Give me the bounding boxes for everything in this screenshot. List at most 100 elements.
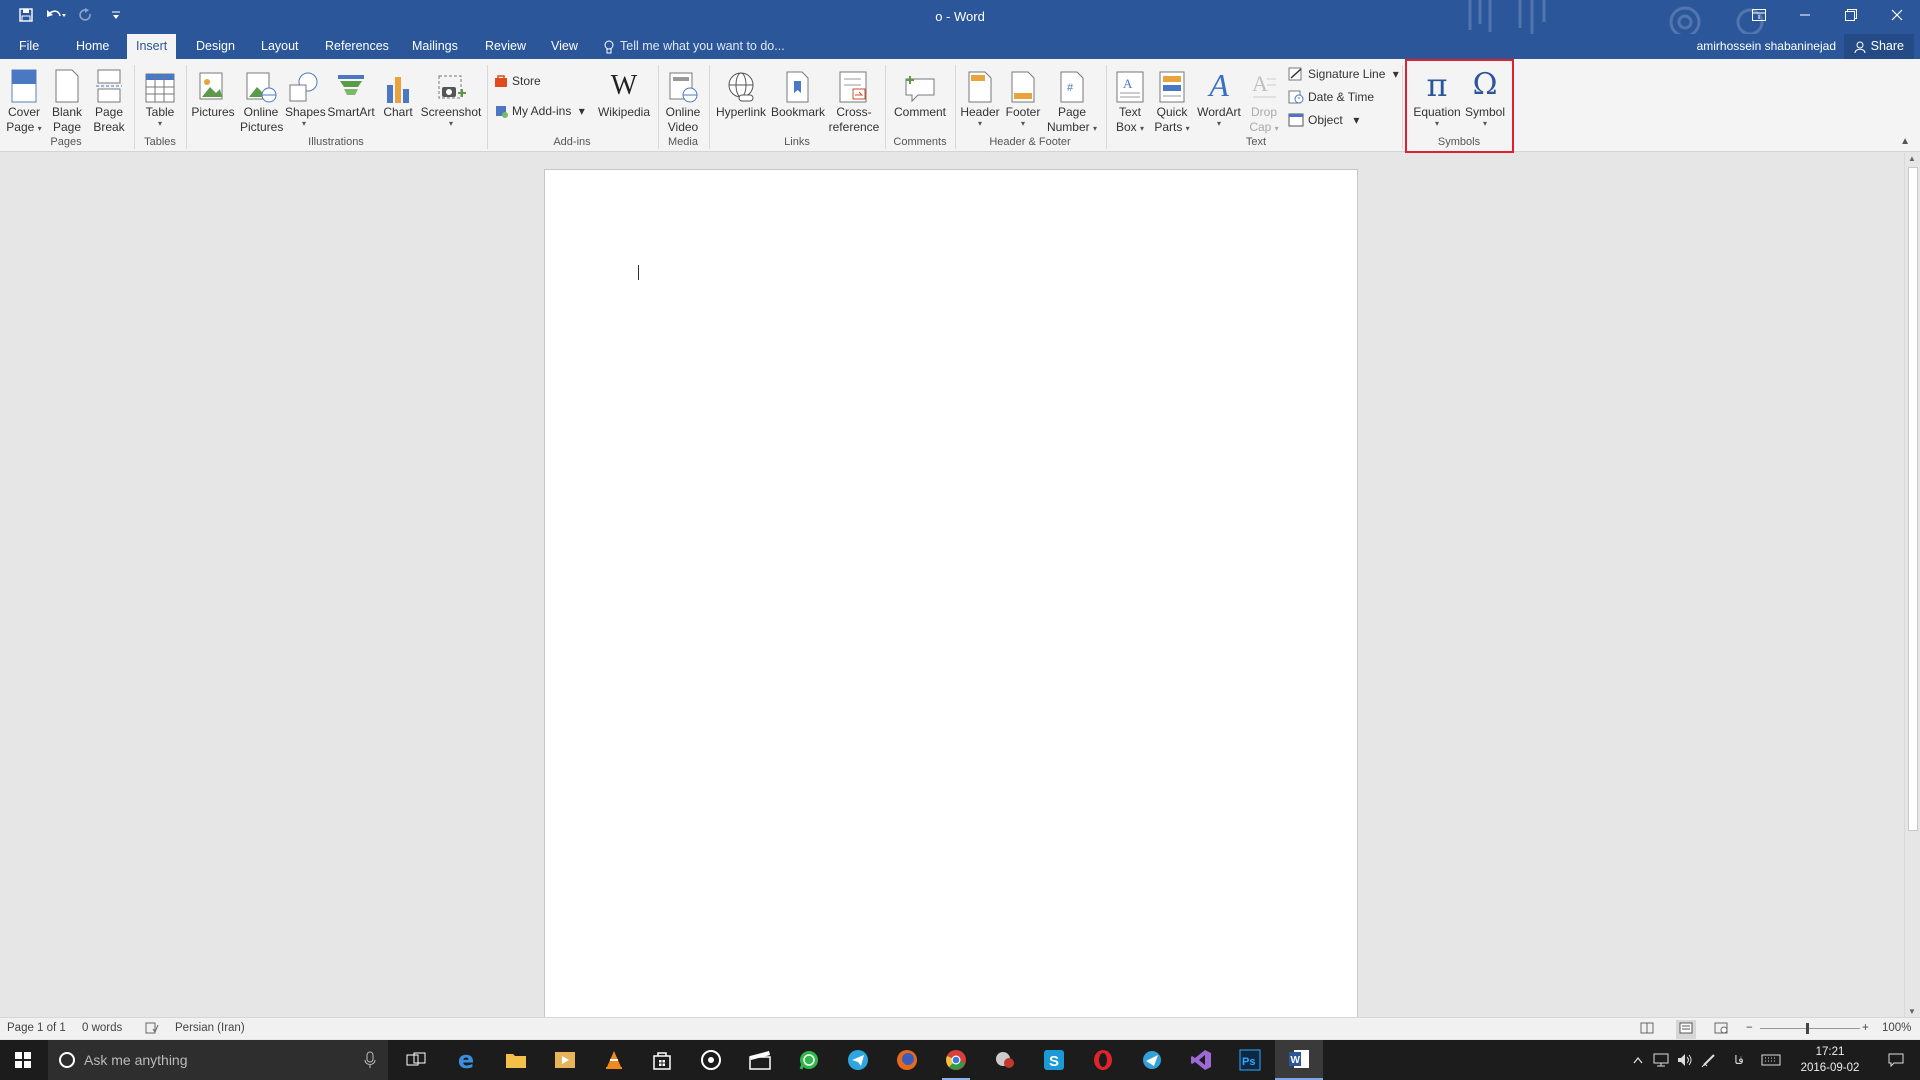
wordart-button[interactable]: A WordArt ▾ bbox=[1194, 63, 1244, 128]
page-break-button[interactable]: Page Break bbox=[90, 63, 128, 135]
pictures-button[interactable]: Pictures bbox=[190, 63, 236, 120]
web-layout-icon[interactable] bbox=[1714, 1022, 1728, 1037]
zoom-slider[interactable] bbox=[1760, 1028, 1860, 1029]
close-icon[interactable] bbox=[1874, 0, 1920, 30]
visual-studio-icon[interactable] bbox=[1177, 1040, 1225, 1080]
tab-mailings[interactable]: Mailings bbox=[403, 34, 467, 59]
keyboard-icon[interactable] bbox=[1756, 1040, 1786, 1080]
tab-design[interactable]: Design bbox=[187, 34, 244, 59]
document-page[interactable] bbox=[544, 169, 1358, 1029]
read-mode-icon[interactable] bbox=[1640, 1022, 1654, 1037]
telegram-icon[interactable] bbox=[834, 1040, 882, 1080]
proofing-icon[interactable] bbox=[145, 1022, 159, 1037]
firefox-icon[interactable] bbox=[883, 1040, 931, 1080]
show-hidden-icons-icon[interactable] bbox=[1628, 1040, 1648, 1080]
ribbon-display-icon[interactable] bbox=[1736, 0, 1782, 30]
tab-view[interactable]: View bbox=[542, 34, 587, 59]
file-explorer-icon[interactable] bbox=[492, 1040, 540, 1080]
app-icon[interactable] bbox=[981, 1040, 1029, 1080]
groove-icon[interactable] bbox=[687, 1040, 735, 1080]
footer-label: Footer bbox=[1005, 105, 1041, 119]
date-time-button[interactable]: Date & Time bbox=[1288, 87, 1374, 107]
skype-icon[interactable]: S bbox=[1030, 1040, 1078, 1080]
my-addins-button[interactable]: My Add-ins ▾ bbox=[494, 101, 585, 121]
shapes-button[interactable]: Shapes ▾ bbox=[285, 63, 326, 128]
signature-line-button[interactable]: Signature Line ▾ bbox=[1288, 64, 1399, 84]
task-view-icon[interactable] bbox=[392, 1040, 440, 1080]
microphone-icon[interactable] bbox=[364, 1051, 376, 1069]
chart-button[interactable]: Chart bbox=[378, 63, 418, 120]
header-icon bbox=[968, 71, 992, 103]
text-box-button[interactable]: A Text Box ▾ bbox=[1110, 63, 1150, 135]
tab-review[interactable]: Review bbox=[476, 34, 535, 59]
tab-insert[interactable]: Insert bbox=[127, 34, 177, 59]
zoom-level[interactable]: 100% bbox=[1882, 1022, 1911, 1034]
separator bbox=[1106, 65, 1107, 149]
footer-button[interactable]: Footer ▾ bbox=[1002, 63, 1044, 128]
comment-button[interactable]: Comment bbox=[890, 63, 950, 120]
app-icon-2[interactable] bbox=[1128, 1040, 1176, 1080]
smartart-button[interactable]: SmartArt bbox=[326, 63, 376, 120]
drop-cap-button[interactable]: A Drop Cap ▾ bbox=[1246, 63, 1282, 135]
page-number-button[interactable]: # Page Number ▾ bbox=[1044, 63, 1100, 135]
opera-icon[interactable] bbox=[1079, 1040, 1127, 1080]
edge-icon[interactable]: e bbox=[442, 1040, 490, 1080]
tab-file[interactable]: File bbox=[10, 34, 48, 59]
vertical-scrollbar[interactable]: ▲ ▼ bbox=[1904, 153, 1920, 1017]
cross-reference-button[interactable]: Cross- reference bbox=[828, 63, 880, 135]
online-pictures-button[interactable]: Online Pictures bbox=[240, 63, 283, 135]
user-name[interactable]: amirhossein shabaninejad bbox=[1697, 34, 1836, 59]
vlc-icon[interactable] bbox=[590, 1040, 638, 1080]
scroll-up-icon[interactable]: ▲ bbox=[1908, 154, 1916, 163]
system-clock[interactable]: 17:21 2016-09-02 bbox=[1790, 1044, 1870, 1076]
zoom-in-button[interactable]: + bbox=[1862, 1022, 1869, 1034]
store-icon bbox=[495, 75, 507, 87]
zoom-slider-thumb[interactable] bbox=[1806, 1023, 1809, 1034]
language-indicator[interactable]: Persian (Iran) bbox=[175, 1022, 245, 1034]
pen-icon[interactable] bbox=[1698, 1040, 1720, 1080]
zoom-out-button[interactable]: − bbox=[1746, 1022, 1753, 1034]
tab-layout[interactable]: Layout bbox=[252, 34, 308, 59]
object-button[interactable]: Object ▾ bbox=[1288, 110, 1359, 130]
tell-me-box[interactable]: Tell me what you want to do... bbox=[604, 34, 785, 59]
scrollbar-thumb[interactable] bbox=[1908, 167, 1918, 831]
whatsapp-icon[interactable] bbox=[785, 1040, 833, 1080]
media-player-icon[interactable] bbox=[541, 1040, 589, 1080]
blank-page-button[interactable]: Blank Page bbox=[48, 63, 86, 135]
collapse-ribbon-icon[interactable]: ▲ bbox=[1900, 136, 1910, 147]
cover-page-button[interactable]: Cover Page ▾ bbox=[4, 63, 44, 135]
store-icon[interactable] bbox=[638, 1040, 686, 1080]
screenshot-button[interactable]: Screenshot ▾ bbox=[420, 63, 482, 128]
volume-icon[interactable] bbox=[1674, 1040, 1696, 1080]
my-addins-icon bbox=[496, 106, 508, 118]
store-button[interactable]: Store bbox=[494, 71, 541, 91]
page-count[interactable]: Page 1 of 1 bbox=[7, 1022, 66, 1034]
word-icon[interactable]: W bbox=[1275, 1040, 1323, 1080]
movies-icon[interactable] bbox=[736, 1040, 784, 1080]
word-count[interactable]: 0 words bbox=[82, 1022, 122, 1034]
print-layout-icon[interactable] bbox=[1676, 1020, 1696, 1039]
cortana-search-box[interactable]: Ask me anything bbox=[48, 1040, 388, 1080]
svg-text:Ps: Ps bbox=[1242, 1056, 1255, 1068]
input-language[interactable]: فا bbox=[1724, 1040, 1754, 1080]
network-icon[interactable] bbox=[1650, 1040, 1672, 1080]
tab-references[interactable]: References bbox=[316, 34, 398, 59]
minimize-icon[interactable] bbox=[1782, 0, 1828, 30]
tab-home[interactable]: Home bbox=[67, 34, 118, 59]
hyperlink-button[interactable]: Hyperlink bbox=[713, 63, 769, 120]
photoshop-icon[interactable]: Ps bbox=[1226, 1040, 1274, 1080]
restore-icon[interactable] bbox=[1828, 0, 1874, 30]
scroll-down-icon[interactable]: ▼ bbox=[1908, 1007, 1916, 1016]
chrome-icon[interactable] bbox=[932, 1040, 980, 1080]
bookmark-button[interactable]: Bookmark bbox=[770, 63, 826, 120]
quick-parts-label-2: Parts ▾ bbox=[1154, 120, 1190, 134]
header-button[interactable]: Header ▾ bbox=[958, 63, 1002, 128]
online-video-button[interactable]: Online Video bbox=[662, 63, 704, 135]
table-button[interactable]: Table ▾ bbox=[140, 63, 180, 128]
action-center-icon[interactable] bbox=[1874, 1040, 1918, 1080]
wikipedia-button[interactable]: W Wikipedia bbox=[594, 63, 654, 120]
quick-parts-button[interactable]: Quick Parts ▾ bbox=[1152, 63, 1192, 135]
screenshot-dropdown-icon: ▾ bbox=[448, 119, 453, 128]
share-button[interactable]: Share bbox=[1843, 34, 1914, 59]
windows-start-icon[interactable] bbox=[0, 1040, 46, 1080]
